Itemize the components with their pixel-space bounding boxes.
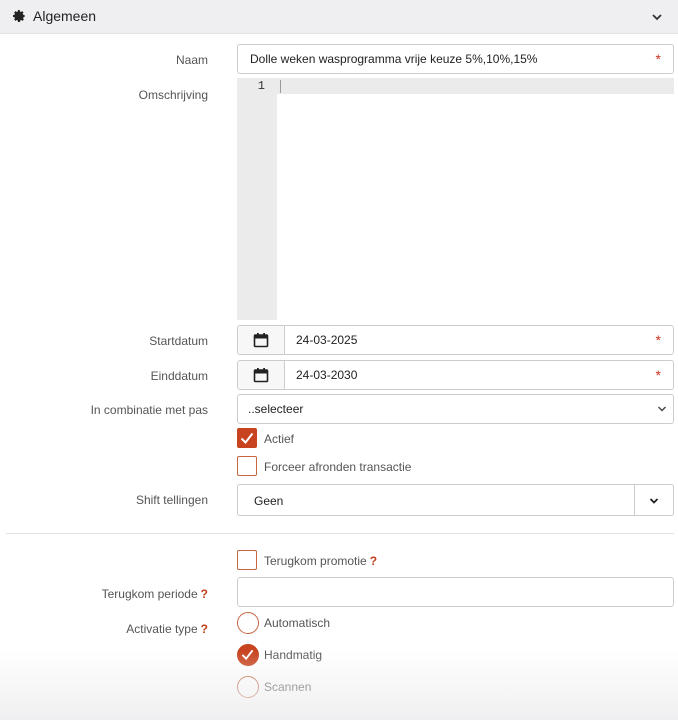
editor-active-line[interactable] xyxy=(277,78,674,94)
einddatum-field[interactable]: * xyxy=(237,360,676,390)
radio-scannen-label: Scannen xyxy=(264,680,312,694)
chevron-down-icon xyxy=(658,406,666,412)
required-mark: * xyxy=(655,51,661,67)
terugkom-promotie-checkbox[interactable] xyxy=(237,550,257,570)
help-icon[interactable]: ? xyxy=(370,554,377,568)
chevron-down-icon xyxy=(649,498,659,504)
forceer-checkbox[interactable] xyxy=(237,456,257,476)
panel-title: Algemeen xyxy=(33,8,97,24)
shift-select[interactable]: Geen xyxy=(237,484,674,516)
checkmark-icon xyxy=(241,649,254,661)
radio-scannen[interactable] xyxy=(237,676,259,698)
radio-automatisch-label: Automatisch xyxy=(264,616,331,630)
startdatum-field[interactable]: * xyxy=(237,325,676,355)
radio-automatisch[interactable] xyxy=(237,612,259,634)
calendar-icon xyxy=(253,368,269,383)
help-icon[interactable]: ? xyxy=(201,587,208,601)
shift-dropdown-button[interactable] xyxy=(634,485,673,515)
actief-checkbox[interactable] xyxy=(237,428,257,448)
omschrijving-editor[interactable]: 1 xyxy=(237,78,674,320)
combinatie-select[interactable]: ..selecteer xyxy=(238,395,673,423)
naam-label: Naam xyxy=(175,53,208,67)
editor-cursor xyxy=(280,80,281,93)
einddatum-input[interactable] xyxy=(296,361,676,389)
required-mark: * xyxy=(655,332,661,348)
combinatie-select-box[interactable]: ..selecteer xyxy=(237,394,674,424)
forceer-label: Forceer afronden transactie xyxy=(264,460,412,474)
shift-label: Shift tellingen xyxy=(135,493,208,507)
calendar-icon xyxy=(253,333,269,348)
line-number: 1 xyxy=(257,79,265,93)
radio-handmatig-label: Handmatig xyxy=(264,648,323,662)
required-mark: * xyxy=(655,367,661,383)
startdatum-calendar-button[interactable] xyxy=(238,326,285,354)
terugkom-periode-input[interactable] xyxy=(250,578,630,606)
naam-input[interactable] xyxy=(250,45,630,73)
shift-value: Geen xyxy=(254,494,284,508)
einddatum-label: Einddatum xyxy=(150,369,208,383)
naam-field[interactable]: * xyxy=(237,44,674,74)
checkmark-icon xyxy=(240,432,254,445)
startdatum-label: Startdatum xyxy=(149,334,208,348)
chevron-down-icon[interactable] xyxy=(651,11,663,23)
terugkom-periode-label: Terugkom periode? xyxy=(101,587,208,601)
actief-label: Actief xyxy=(264,432,295,446)
help-icon[interactable]: ? xyxy=(201,622,208,636)
omschrijving-label: Omschrijving xyxy=(138,88,208,102)
terugkom-periode-field[interactable] xyxy=(237,577,674,607)
radio-handmatig[interactable] xyxy=(237,644,259,666)
activatie-label: Activatie type? xyxy=(126,622,208,636)
panel-header[interactable]: Algemeen xyxy=(0,0,678,34)
bottom-fade xyxy=(0,650,678,720)
gear-icon xyxy=(13,10,25,22)
terugkom-promotie-label: Terugkom promotie? xyxy=(264,554,378,568)
section-divider xyxy=(6,533,674,534)
startdatum-input[interactable] xyxy=(296,326,676,354)
combinatie-label: In combinatie met pas xyxy=(90,403,208,417)
einddatum-calendar-button[interactable] xyxy=(238,361,285,389)
editor-gutter: 1 xyxy=(237,78,277,320)
